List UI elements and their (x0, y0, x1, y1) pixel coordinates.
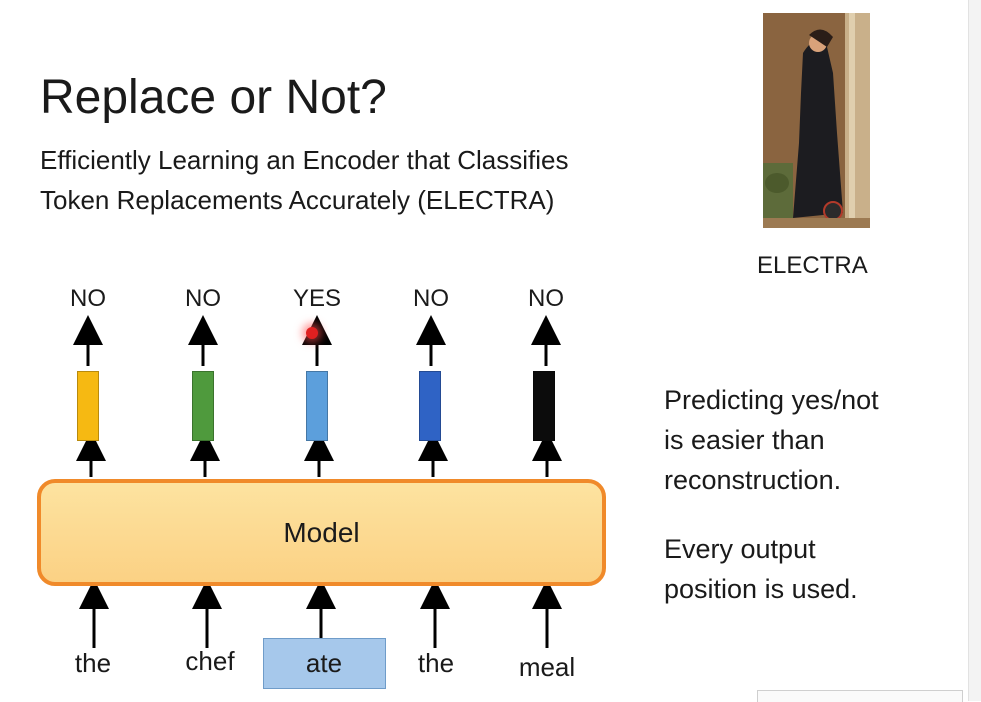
note-easier-line-3: reconstruction. (664, 465, 842, 495)
laser-pointer-dot (306, 327, 318, 339)
output-vector-1 (77, 371, 99, 441)
input-token-2: chef (185, 646, 235, 676)
bottom-overlay-widget[interactable] (757, 690, 963, 702)
note-every-position-line-2: position is used. (664, 574, 858, 604)
output-vector-3 (306, 371, 328, 441)
input-token-5: meal (518, 652, 576, 682)
note-easier-line-1: Predicting yes/not (664, 385, 879, 415)
note-easier-line-2: is easier than (664, 425, 825, 455)
input-token-3: ate (305, 648, 343, 678)
note-every-position-line-1: Every output (664, 534, 816, 564)
model-box: Model (37, 479, 606, 586)
note-every-position: Every output position is used. (664, 529, 858, 609)
output-vector-2 (192, 371, 214, 441)
output-vector-4 (419, 371, 441, 441)
note-easier: Predicting yes/not is easier than recons… (664, 380, 879, 500)
input-token-4: the (417, 648, 455, 678)
model-label: Model (283, 517, 360, 548)
output-vector-5 (533, 371, 555, 441)
input-token-1: the (74, 648, 112, 678)
